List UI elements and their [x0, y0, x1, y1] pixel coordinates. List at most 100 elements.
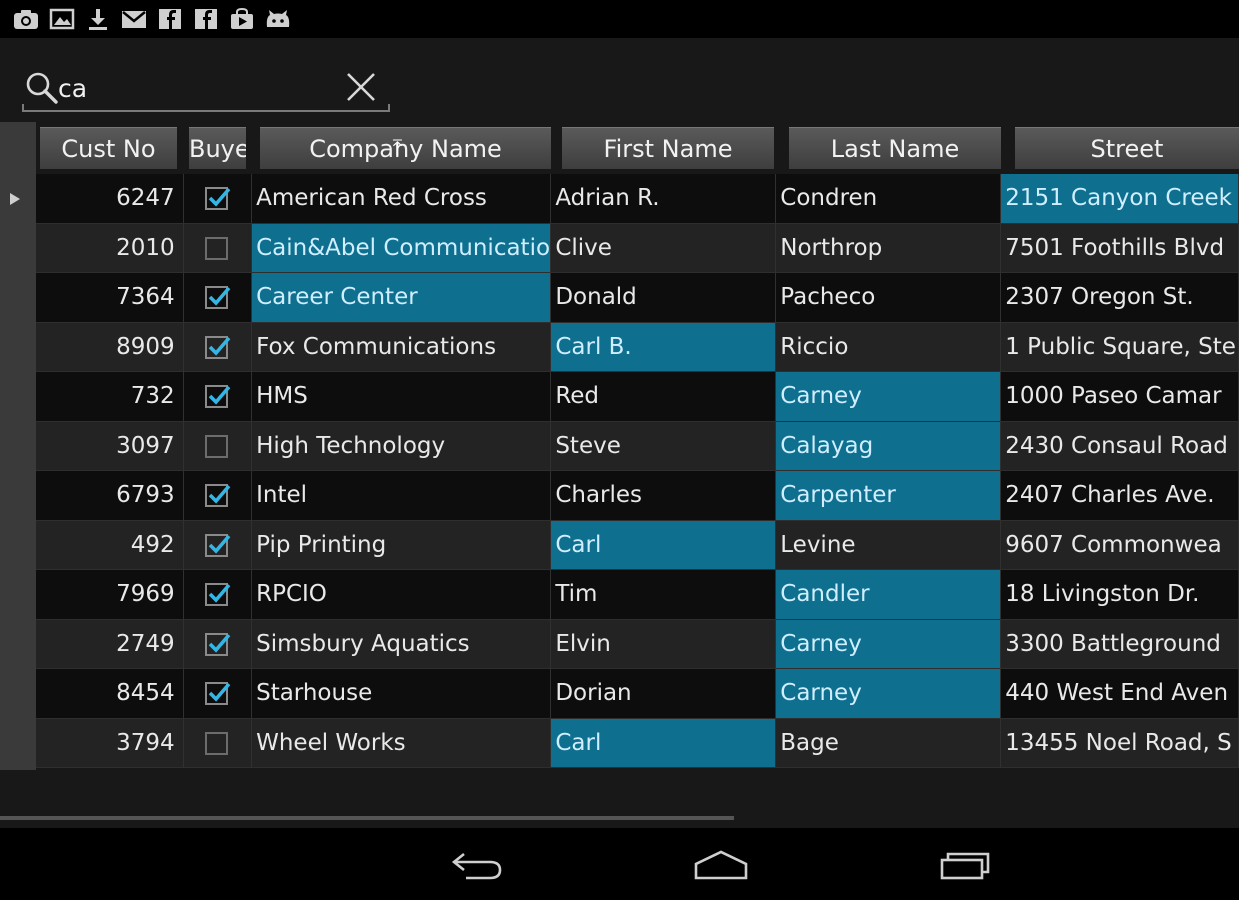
column-header-buyer[interactable]: Buyer [189, 127, 246, 169]
cell-street[interactable]: 3300 Battleground [1001, 619, 1239, 669]
cell-cust-no[interactable]: 8909 [36, 322, 184, 372]
cell-company[interactable]: Pip Printing [252, 520, 552, 570]
cell-first[interactable]: Steve [551, 421, 777, 471]
cell-buyer[interactable] [183, 619, 253, 669]
cell-cust-no[interactable]: 492 [36, 520, 184, 570]
buyer-checkbox-checked[interactable] [204, 335, 231, 359]
cell-buyer[interactable] [183, 570, 253, 620]
cell-first[interactable]: Tim [551, 570, 777, 620]
table-row[interactable]: 492 Pip Printing Carl Levine 9607 Commonwea [36, 520, 1239, 570]
table-row[interactable]: 6793 Intel Charles Carpenter 2407 Charles Av… [36, 471, 1239, 521]
buyer-checkbox-checked[interactable] [204, 533, 231, 557]
cell-cust-no[interactable]: 3794 [36, 718, 184, 768]
cell-company[interactable]: American Red Cross [252, 174, 552, 224]
cell-street[interactable]: 2430 Consaul Road [1001, 421, 1239, 471]
cell-first[interactable]: Clive [551, 223, 777, 273]
table-row[interactable]: 2749 Simsbury Aquatics Elvin Carney 3300 Bat… [36, 619, 1239, 669]
cell-buyer[interactable] [183, 273, 253, 323]
table-row[interactable]: 732 HMS Red Carney 1000 Paseo Camar [36, 372, 1239, 422]
cell-cust-no[interactable]: 6247 [36, 174, 184, 224]
cell-last[interactable]: Carney [776, 619, 1002, 669]
cell-company[interactable]: HMS [252, 372, 552, 422]
cell-buyer[interactable] [183, 669, 253, 719]
cell-last[interactable]: Northrop [776, 223, 1002, 273]
cell-last[interactable]: Levine [776, 520, 1002, 570]
cell-buyer[interactable] [183, 421, 253, 471]
cell-company[interactable]: Wheel Works [252, 718, 552, 768]
cell-cust-no[interactable]: 8454 [36, 669, 184, 719]
table-row[interactable]: 3794 Wheel Works Carl Bage 13455 Noel Road, … [36, 718, 1239, 768]
cell-street[interactable]: 1000 Paseo Camar [1001, 372, 1239, 422]
cell-buyer[interactable] [183, 471, 253, 521]
cell-street[interactable]: 2407 Charles Ave. [1001, 471, 1239, 521]
cell-first[interactable]: Carl [551, 520, 777, 570]
recent-apps-icon[interactable] [930, 844, 1000, 884]
cell-last[interactable]: Calayag [776, 421, 1002, 471]
buyer-checkbox-checked[interactable] [204, 583, 231, 606]
cell-company[interactable]: Cain&Abel Communications [252, 223, 552, 273]
table-row[interactable]: 7969 RPCIO Tim Candler 18 Livingston Dr. [36, 570, 1239, 620]
cell-first[interactable]: Carl [551, 718, 777, 768]
cell-first[interactable]: Dorian [551, 669, 777, 719]
cell-company[interactable]: Intel [252, 471, 552, 521]
column-header-company-name[interactable]: Company Name ⤒ [260, 127, 551, 169]
cell-company[interactable]: Career Center [252, 273, 552, 323]
cell-first[interactable]: Charles [551, 471, 777, 521]
table-row[interactable]: 7364 Career Center Donald Pacheco 2307 Orego… [36, 273, 1239, 323]
cell-buyer[interactable] [183, 718, 253, 768]
cell-last[interactable]: Riccio [776, 322, 1002, 372]
cell-company[interactable]: Fox Communications [252, 322, 552, 372]
buyer-checkbox-checked[interactable] [204, 385, 231, 408]
cell-last[interactable]: Carney [776, 669, 1002, 719]
buyer-checkbox-checked[interactable] [204, 286, 231, 309]
home-icon[interactable] [686, 844, 756, 884]
cell-first[interactable]: Elvin [551, 619, 777, 669]
cell-last[interactable]: Candler [776, 570, 1002, 620]
cell-company[interactable]: Simsbury Aquatics [252, 619, 552, 669]
cell-buyer[interactable] [183, 520, 253, 570]
cell-first[interactable]: Adrian R. [551, 174, 777, 224]
cell-cust-no[interactable]: 7364 [36, 273, 184, 323]
cell-company[interactable]: RPCIO [252, 570, 552, 620]
back-icon[interactable] [442, 844, 512, 884]
column-header-street[interactable]: Street [1015, 127, 1239, 169]
table-row[interactable]: 6247 American Red Cross Adrian R. Condren 21… [36, 174, 1239, 224]
cell-street[interactable]: 1 Public Square, Ste [1001, 322, 1239, 372]
cell-cust-no[interactable]: 7969 [36, 570, 184, 620]
cell-cust-no[interactable]: 732 [36, 372, 184, 422]
cell-street[interactable]: 2307 Oregon St. [1001, 273, 1239, 323]
cell-street[interactable]: 13455 Noel Road, S [1001, 718, 1239, 768]
horizontal-scrollbar[interactable] [0, 816, 734, 820]
buyer-checkbox-checked[interactable] [204, 682, 231, 705]
cell-cust-no[interactable]: 2010 [36, 223, 184, 273]
cell-street[interactable]: 7501 Foothills Blvd [1001, 223, 1239, 273]
cell-first[interactable]: Red [551, 372, 777, 422]
table-row[interactable]: 8909 Fox Communications Carl B. Riccio 1 Pub… [36, 322, 1239, 372]
table-row[interactable]: 8454 Starhouse Dorian Carney 440 West End Av… [36, 669, 1239, 719]
buyer-checkbox-checked[interactable] [204, 484, 231, 507]
cell-last[interactable]: Condren [776, 174, 1002, 224]
buyer-checkbox-checked[interactable] [204, 187, 231, 210]
cell-buyer[interactable] [183, 223, 253, 273]
cell-first[interactable]: Donald [551, 273, 777, 323]
close-icon[interactable] [344, 70, 378, 104]
cell-buyer[interactable] [183, 372, 253, 422]
cell-cust-no[interactable]: 2749 [36, 619, 184, 669]
search-input[interactable] [58, 70, 338, 106]
buyer-checkbox-checked[interactable] [204, 632, 231, 656]
cell-buyer[interactable] [183, 322, 253, 372]
column-header-last-name[interactable]: Last Name [789, 127, 1001, 169]
cell-company[interactable]: Starhouse [252, 669, 552, 719]
column-header-first-name[interactable]: First Name [562, 127, 774, 169]
cell-company[interactable]: High Technology [252, 421, 552, 471]
buyer-checkbox[interactable] [204, 434, 228, 458]
table-row[interactable]: 3097 High Technology Steve Calayag 2430 Cons… [36, 421, 1239, 471]
cell-last[interactable]: Bage [776, 718, 1002, 768]
cell-last[interactable]: Carpenter [776, 471, 1002, 521]
buyer-checkbox[interactable] [204, 731, 228, 755]
buyer-checkbox[interactable] [204, 236, 228, 260]
cell-street[interactable]: 2151 Canyon Creek [1001, 174, 1239, 224]
cell-cust-no[interactable]: 3097 [36, 421, 184, 471]
cell-street[interactable]: 18 Livingston Dr. [1001, 570, 1239, 620]
cell-street[interactable]: 440 West End Aven [1001, 669, 1239, 719]
